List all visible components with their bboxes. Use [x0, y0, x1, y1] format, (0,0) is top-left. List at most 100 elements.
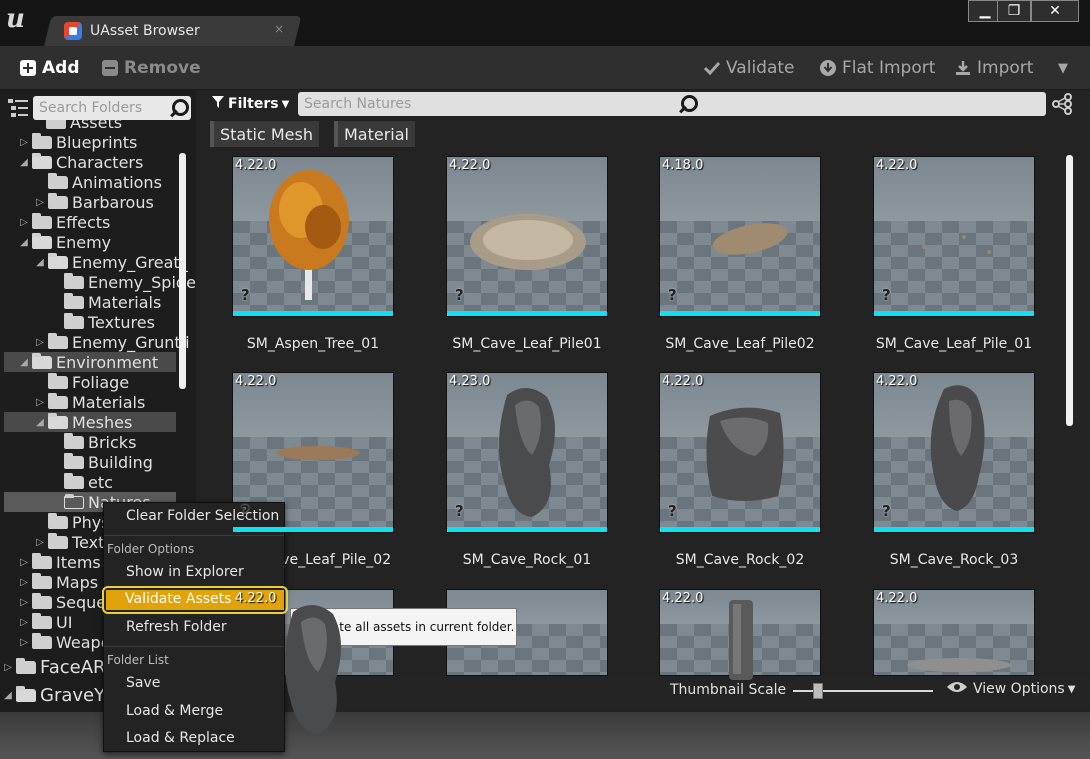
- folder-tree-item[interactable]: ◢ Meshes: [4, 412, 176, 432]
- folder-tree-item[interactable]: ▷ Enemy_Gruntli: [34, 332, 190, 352]
- thumbnail-scale-handle[interactable]: [813, 683, 824, 699]
- collapsed-arrow-icon[interactable]: ▷: [34, 197, 46, 208]
- asset-search-icon[interactable]: [678, 93, 1046, 115]
- close-button[interactable]: ✕: [1031, 0, 1079, 22]
- folder-tree-item[interactable]: ◢ Characters: [18, 152, 143, 172]
- menu-item-load-replace[interactable]: Load & Replace: [126, 730, 235, 746]
- folder-tree-item[interactable]: ◢ Enemy_Great_: [34, 252, 188, 272]
- asset-tree-icon[interactable]: [1051, 93, 1073, 119]
- menu-item-refresh-folder[interactable]: Refresh Folder: [126, 619, 227, 635]
- expanded-arrow-icon[interactable]: ◢: [34, 417, 46, 428]
- folder-tree-item[interactable]: ▷ Blueprints: [18, 132, 137, 152]
- folder-search-input[interactable]: Search Folders: [33, 96, 191, 120]
- asset-version-badge: 4.22.0: [876, 591, 918, 606]
- folder-tree-item[interactable]: Assets: [32, 120, 122, 132]
- thumbnail-scale-track[interactable]: [793, 683, 933, 699]
- asset-name-label[interactable]: SM_Cave_Leaf_Pile02: [640, 336, 840, 352]
- flat-import-button[interactable]: Flat Import: [820, 56, 935, 80]
- asset-search-input[interactable]: Search Natures: [298, 92, 1046, 116]
- folder-tree-item[interactable]: Bricks: [50, 432, 136, 452]
- folder-tree-item[interactable]: etc: [50, 472, 113, 492]
- folder-tree-item[interactable]: ▷ UI: [18, 612, 72, 632]
- view-options-button[interactable]: View Options ▼: [946, 681, 1075, 697]
- collapsed-arrow-icon[interactable]: ▷: [2, 662, 14, 673]
- asset-thumbnail[interactable]: 4.22.0?: [446, 156, 608, 317]
- asset-thumbnail[interactable]: 4.18.0?: [659, 156, 821, 317]
- folder-tree-item[interactable]: Enemy_Spide: [50, 272, 196, 292]
- folder-tree-item[interactable]: ▷ Items: [18, 552, 101, 572]
- remove-button[interactable]: Remove: [102, 56, 201, 80]
- filters-button[interactable]: Filters ▼: [212, 93, 292, 115]
- folder-tree-item[interactable]: Foliage: [34, 372, 129, 392]
- search-icon[interactable]: [169, 97, 191, 119]
- asset-name-label[interactable]: SM_Cave_Rock_01: [427, 552, 627, 568]
- add-button[interactable]: Add: [20, 56, 80, 80]
- folder-tree-item[interactable]: ▷ Seque: [18, 592, 106, 612]
- collapsed-arrow-icon[interactable]: ▷: [18, 577, 30, 588]
- folder-tree-item[interactable]: Phys: [34, 512, 110, 532]
- unknown-source-icon: ?: [241, 286, 250, 304]
- collapsed-arrow-icon[interactable]: ▷: [34, 537, 46, 548]
- folder-icon: [48, 192, 68, 209]
- folder-tree-item[interactable]: Materials: [50, 292, 161, 312]
- collapsed-arrow-icon[interactable]: ▷: [18, 557, 30, 568]
- asset-type-bar: [874, 527, 1034, 532]
- asset-name-label[interactable]: SM_Cave_Leaf_Pile01: [427, 336, 627, 352]
- menu-item-load-merge[interactable]: Load & Merge: [126, 703, 223, 719]
- folder-tree-item[interactable]: Building: [50, 452, 153, 472]
- asset-name-label[interactable]: SM_Aspen_Tree_01: [213, 336, 413, 352]
- asset-name-label[interactable]: SM_Cave_Rock_02: [640, 552, 840, 568]
- menu-item-clear-folder-selection[interactable]: Clear Folder Selection: [126, 508, 279, 524]
- collapsed-arrow-icon[interactable]: ▷: [34, 337, 46, 348]
- folder-tree-item[interactable]: ◢ GraveY: [2, 685, 105, 706]
- folder-tree-item[interactable]: Animations: [34, 172, 162, 192]
- check-icon: [704, 61, 720, 75]
- expanded-arrow-icon[interactable]: ◢: [18, 237, 30, 248]
- collapsed-arrow-icon[interactable]: ▷: [18, 217, 30, 228]
- folder-tree-item[interactable]: ▷ Maps: [18, 572, 98, 592]
- expanded-arrow-icon[interactable]: ◢: [18, 357, 30, 368]
- asset-name-label[interactable]: SM_Cave_Rock_03: [854, 552, 1054, 568]
- folder-tree-item[interactable]: ▷ Effects: [18, 212, 110, 232]
- folder-tree-item[interactable]: ▷ Materials: [34, 392, 145, 412]
- collapsed-arrow-icon[interactable]: ▷: [18, 597, 30, 608]
- maximize-button[interactable]: ❐: [997, 0, 1031, 22]
- collapsed-arrow-icon[interactable]: ▷: [18, 617, 30, 628]
- folder-tree-item[interactable]: ▷ FaceAR: [2, 657, 105, 678]
- asset-thumbnail[interactable]: 4.22.0: [659, 589, 821, 680]
- folder-tree-label: Enemy_Great_: [72, 252, 188, 272]
- expanded-arrow-icon[interactable]: ◢: [18, 157, 30, 168]
- filter-chip-material[interactable]: Material: [334, 121, 415, 147]
- toolbar-dropdown-button[interactable]: ▼: [1058, 56, 1068, 80]
- asset-thumbnail[interactable]: 4.22.0?: [232, 156, 394, 317]
- asset-thumbnail[interactable]: 4.22.0?: [873, 372, 1035, 533]
- folder-tree-item[interactable]: ◢ Enemy: [18, 232, 111, 252]
- folder-tree-item[interactable]: Textures: [50, 312, 155, 332]
- folder-tree-item[interactable]: ◢ Environment: [4, 352, 176, 372]
- collapsed-arrow-icon[interactable]: ▷: [18, 637, 30, 648]
- collapsed-arrow-icon[interactable]: ▷: [34, 397, 46, 408]
- collapsed-arrow-icon[interactable]: ▷: [18, 137, 30, 148]
- asset-thumbnail[interactable]: 4.23.0?: [446, 372, 608, 533]
- menu-item-show-in-explorer[interactable]: Show in Explorer: [126, 564, 244, 580]
- folder-tree-scrollbar[interactable]: [179, 153, 186, 389]
- validate-label: Validate: [726, 58, 795, 78]
- asset-thumbnail[interactable]: 4.22.0?: [873, 156, 1035, 317]
- import-button[interactable]: Import: [955, 56, 1033, 80]
- tab-close-icon[interactable]: ×: [274, 22, 284, 36]
- tree-view-toggle-icon[interactable]: [8, 99, 28, 121]
- expanded-arrow-icon[interactable]: ◢: [2, 690, 14, 701]
- thumbnail-scale-label: Thumbnail Scale: [670, 682, 787, 698]
- asset-name-label[interactable]: SM_Cave_Leaf_Pile_01: [854, 336, 1054, 352]
- tab-uasset-browser[interactable]: UAsset Browser ×: [62, 16, 292, 46]
- expanded-arrow-icon[interactable]: ◢: [34, 257, 46, 268]
- menu-item-save[interactable]: Save: [126, 675, 160, 691]
- folder-tree-item[interactable]: ▷ Barbarous: [34, 192, 154, 212]
- filter-chip-static-mesh[interactable]: Static Mesh: [210, 121, 319, 147]
- asset-version-badge: 4.22.0: [235, 374, 277, 389]
- asset-thumbnail[interactable]: 4.22.0: [873, 589, 1035, 676]
- asset-grid-scrollbar[interactable]: [1066, 155, 1073, 426]
- asset-thumbnail[interactable]: 4.22.0?: [659, 372, 821, 533]
- validate-button[interactable]: Validate: [704, 56, 795, 80]
- folder-tree-item[interactable]: ▷ Weapo: [18, 632, 110, 652]
